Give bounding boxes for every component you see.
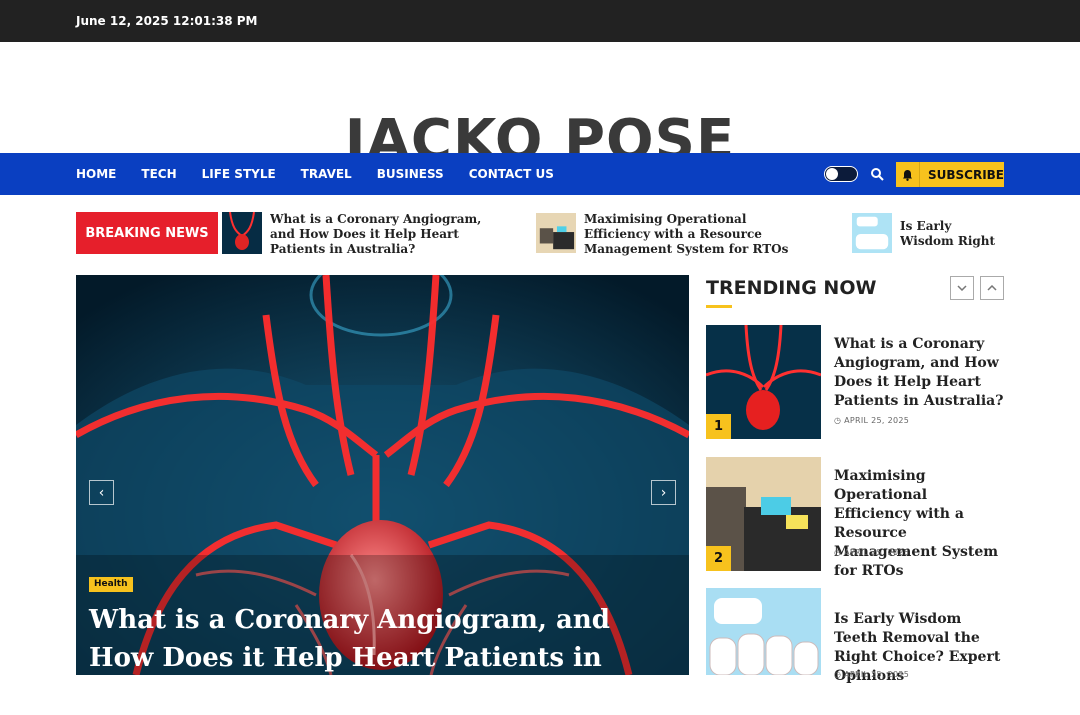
category-badge[interactable]: Health [89, 577, 133, 592]
breaking-news-label: BREAKING NEWS [76, 212, 218, 254]
ticker-title: What is a Coronary Angiogram, and How Do… [270, 212, 482, 256]
masthead: JACKO POSE [0, 42, 1080, 173]
subscribe-button[interactable]: SUBSCRIBE [896, 162, 1004, 187]
heading-underline [706, 305, 732, 308]
ticker-title: Maximising Operational Efficiency with a… [584, 212, 789, 256]
trending-item[interactable]: 2 Maximising Operational Efficiency with… [706, 457, 1004, 579]
nav-item-business[interactable]: BUSINESS [377, 167, 444, 181]
trending-title[interactable]: What is a Coronary Angiogram, and How Do… [834, 335, 1008, 411]
ticker-item[interactable]: What is a Coronary Angiogram, and How Do… [222, 212, 492, 257]
trending-thumbnail [706, 588, 821, 675]
search-icon[interactable] [870, 167, 884, 181]
trending-title[interactable]: Maximising Operational Efficiency with a… [834, 467, 1008, 581]
hero-title[interactable]: What is a Coronary Angiogram, and How Do… [89, 601, 679, 715]
trending-item[interactable]: 1 What is a Coronary Angiogram, and How … [706, 325, 1004, 439]
slider-prev-button[interactable]: ‹ [89, 480, 114, 505]
ticker-title: Is Early Wisdom Right Choice? Ex [900, 219, 996, 248]
toggle-knob-icon [826, 168, 838, 180]
chevron-right-icon: › [660, 484, 667, 501]
current-datetime: June 12, 2025 12:01:38 PM [76, 14, 258, 28]
subscribe-label: SUBSCRIBE [927, 167, 1004, 182]
trending-item[interactable]: Is Early Wisdom Teeth Removal the Right … [706, 588, 1004, 684]
top-bar: June 12, 2025 12:01:38 PM [0, 0, 1080, 42]
nav-item-home[interactable]: HOME [76, 167, 116, 181]
nav-item-life-style[interactable]: LIFE STYLE [202, 167, 276, 181]
nav-item-tech[interactable]: TECH [141, 167, 176, 181]
trending-date: ◷ APRIL 25, 2025 [834, 548, 910, 557]
trending-down-button[interactable] [950, 276, 974, 300]
chevron-down-icon [957, 285, 967, 291]
trending-heading: TRENDING NOW [706, 277, 877, 299]
nav-item-contact-us[interactable]: CONTACT US [469, 167, 554, 181]
bell-icon [896, 162, 920, 187]
trending-date: ◷ APRIL 25, 2025 [834, 416, 910, 425]
ticker-thumbnail [536, 213, 576, 253]
trending-up-button[interactable] [980, 276, 1004, 300]
chevron-left-icon: ‹ [98, 484, 105, 501]
trending-rank: 1 [706, 414, 731, 439]
ticker-item[interactable]: Is Early Wisdom Right Choice? Ex [852, 212, 1004, 254]
nav-item-travel[interactable]: TRAVEL [301, 167, 352, 181]
ticker-thumbnail [222, 212, 262, 254]
slider-next-button[interactable]: › [651, 480, 676, 505]
dark-mode-toggle[interactable] [824, 166, 858, 182]
ticker-thumbnail [852, 213, 892, 253]
ticker-item[interactable]: Maximising Operational Efficiency with a… [536, 212, 812, 257]
trending-rank: 2 [706, 546, 731, 571]
chevron-up-icon [987, 285, 997, 291]
